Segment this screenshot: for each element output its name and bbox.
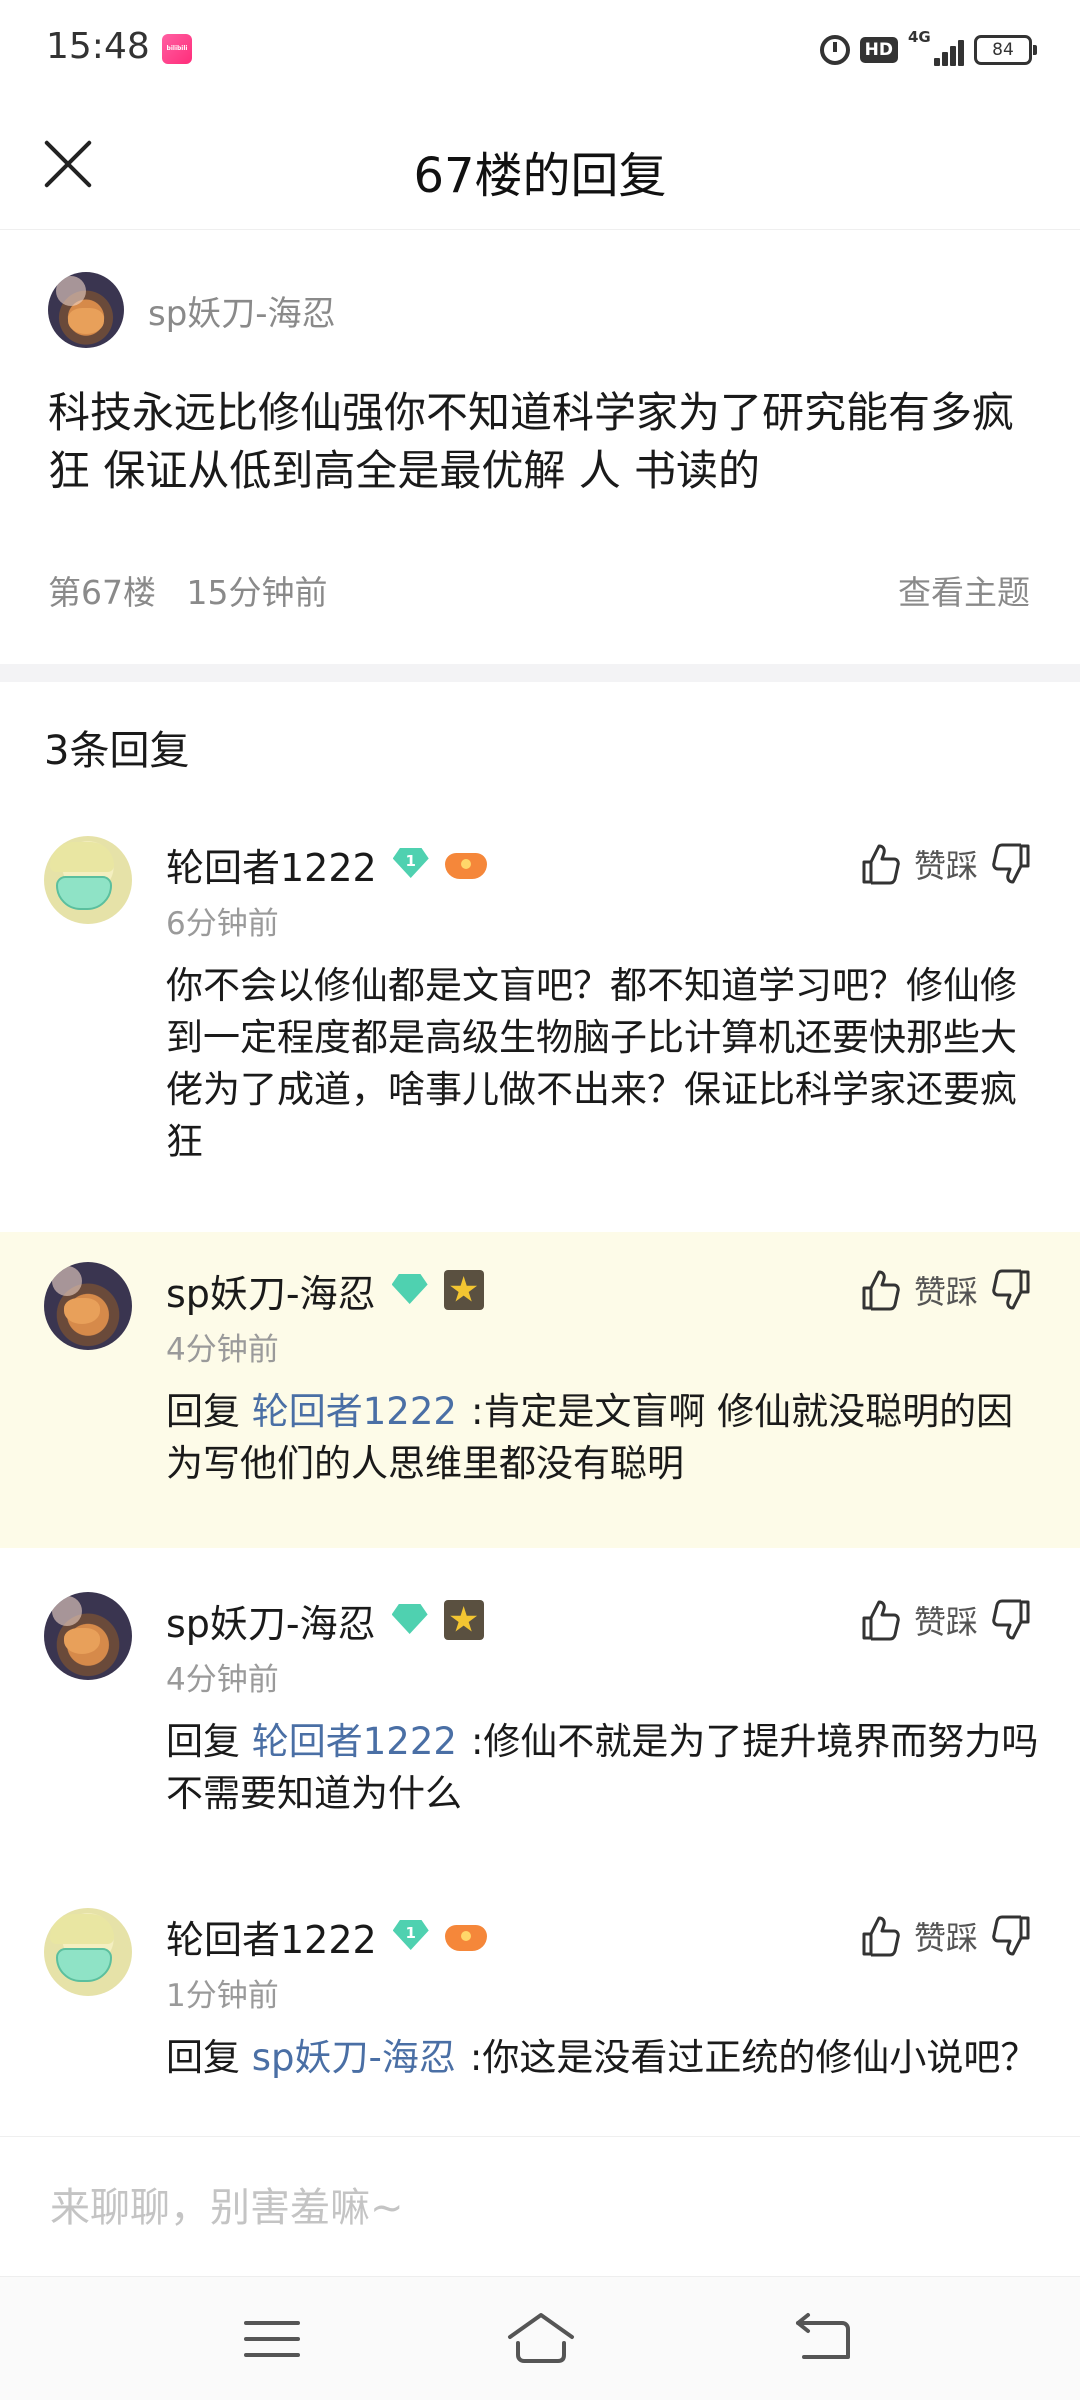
reply-author[interactable]: 轮回者1222 <box>166 837 377 892</box>
comment-bar <box>0 2136 1080 2276</box>
menu-icon[interactable] <box>240 2309 304 2369</box>
reply-prefix: 回复 <box>166 2036 240 2079</box>
reply-content: 回复 轮回者1222:修仙不就是为了提升境界而努力吗不需要知道为什么 <box>166 1716 1046 1820</box>
reply-content: 回复 轮回者1222:肯定是文盲啊 修仙就没聪明的因为写他们的人思维里都没有聪明 <box>166 1386 1046 1490</box>
gamepad-badge-icon <box>444 1921 487 1951</box>
avatar[interactable] <box>48 272 124 348</box>
reply-count: 3条回复 <box>44 728 190 774</box>
thumbs-down-icon[interactable] <box>992 1598 1032 1642</box>
reply-author-row: sp妖刀-海忍 <box>166 1262 484 1318</box>
reply-time: 6分钟前 <box>166 906 279 942</box>
signal-icon: 4G <box>908 28 964 66</box>
thumbs-up-icon[interactable] <box>860 1914 900 1958</box>
hd-badge: HD <box>859 37 898 63</box>
comment-input[interactable] <box>50 2173 1030 2243</box>
avatar[interactable] <box>44 836 132 924</box>
status-bar: 15:48 bilibili HD 4G 84 <box>0 0 1080 100</box>
avatar[interactable] <box>44 1592 132 1680</box>
vote-label: 赞踩 <box>913 847 978 885</box>
reply-item: 轮回者1222 1 1分钟前 赞踩 回复 sp妖刀-海忍 :你这是没看过正统的修仙… <box>0 1908 1080 2136</box>
thumbs-up-icon[interactable] <box>860 842 900 886</box>
reply-item: sp妖刀-海忍 4分钟前 赞踩 回复 轮回者1222:肯定是文盲啊 修仙就没聪明… <box>0 1232 1080 1548</box>
reply-item: sp妖刀-海忍 4分钟前 赞踩 回复 轮回者1222:修仙不就是为了提升境界而努… <box>0 1592 1080 1832</box>
vote-group: 赞踩 <box>860 1908 1032 1964</box>
vote-label: 赞踩 <box>913 1273 978 1311</box>
reply-item: 轮回者1222 1 6分钟前 赞踩 你不会以修仙都是文盲吧？都不知道学习吧？修仙… <box>0 836 1080 1163</box>
status-icons: HD 4G 84 <box>819 28 1037 70</box>
vote-group: 赞踩 <box>860 1592 1032 1648</box>
reply-time: 1分钟前 <box>166 1978 279 2014</box>
vote-group: 赞踩 <box>860 836 1032 892</box>
page-title: 67楼的回复 <box>413 148 667 204</box>
level-gem-icon: 1 <box>391 1918 431 1954</box>
avatar[interactable] <box>44 1908 132 1996</box>
thumbs-down-icon[interactable] <box>992 842 1032 886</box>
star-badge-icon <box>443 1270 484 1310</box>
reply-inner: sp妖刀-海忍 4分钟前 赞踩 回复 轮回者1222:肯定是文盲啊 修仙就没聪明… <box>0 1262 1080 1512</box>
thumbs-up-icon[interactable] <box>860 1268 900 1312</box>
reply-time: 4分钟前 <box>166 1662 279 1698</box>
reply-content: 回复 sp妖刀-海忍 :你这是没看过正统的修仙小说吧？ <box>166 2032 1046 2084</box>
vote-label: 赞踩 <box>913 1603 978 1641</box>
status-time: 15:48 <box>46 26 150 67</box>
reply-author[interactable]: sp妖刀-海忍 <box>166 1593 376 1648</box>
reply-prefix: 回复 <box>166 1390 240 1433</box>
star-badge-icon <box>443 1600 484 1640</box>
section-divider <box>0 664 1080 682</box>
thumbs-down-icon[interactable] <box>992 1914 1032 1958</box>
system-nav-bar <box>0 2276 1080 2400</box>
reply-author[interactable]: sp妖刀-海忍 <box>166 1263 376 1318</box>
floor-number: 第67楼 <box>48 573 156 612</box>
post-content: 科技永远比修仙强你不知道科学家为了研究能有多疯狂 保证从低到高全是最优解 人 书… <box>48 388 1015 495</box>
post-author[interactable]: sp妖刀-海忍 <box>148 286 336 335</box>
view-topic-link[interactable]: 查看主题 <box>898 566 1030 614</box>
post-time: 15分钟前 <box>186 573 328 612</box>
vote-group: 赞踩 <box>860 1262 1032 1318</box>
back-icon[interactable] <box>790 2309 854 2369</box>
level-gem-icon <box>390 1272 430 1308</box>
mention-link[interactable]: 轮回者1222 <box>252 1390 457 1433</box>
mention-link[interactable]: sp妖刀-海忍 <box>252 2036 456 2079</box>
battery-icon: 84 <box>974 35 1037 65</box>
thumbs-up-icon[interactable] <box>860 1598 900 1642</box>
reply-author-row: 轮回者1222 1 <box>166 1908 487 1964</box>
mention-link[interactable]: 轮回者1222 <box>252 1720 457 1763</box>
avatar[interactable] <box>44 1262 132 1350</box>
home-icon[interactable] <box>506 2309 576 2369</box>
reply-prefix: 回复 <box>166 1720 240 1763</box>
alarm-icon <box>819 35 850 65</box>
reply-text: :你这是没看过正统的修仙小说吧？ <box>469 2036 1038 2079</box>
reply-content: 你不会以修仙都是文盲吧？都不知道学习吧？修仙修到一定程度都是高级生物脑子比计算机… <box>166 964 1017 1163</box>
post-meta: 第67楼 15分钟前 <box>48 566 328 614</box>
reply-author-row: 轮回者1222 1 <box>166 836 487 892</box>
thumbs-down-icon[interactable] <box>992 1268 1032 1312</box>
network-type: 4G <box>908 28 931 46</box>
reply-author-row: sp妖刀-海忍 <box>166 1592 484 1648</box>
reply-time: 4分钟前 <box>166 1332 279 1368</box>
vote-label: 赞踩 <box>913 1919 978 1957</box>
level-gem-icon <box>390 1602 430 1638</box>
gamepad-badge-icon <box>444 849 487 879</box>
main-post: sp妖刀-海忍 科技永远比修仙强你不知道科学家为了研究能有多疯狂 保证从低到高全… <box>0 232 1080 662</box>
reply-author[interactable]: 轮回者1222 <box>166 1909 377 1964</box>
level-gem-icon: 1 <box>391 846 431 882</box>
bilibili-app-icon: bilibili <box>162 34 192 64</box>
header: 67楼的回复 <box>0 100 1080 230</box>
